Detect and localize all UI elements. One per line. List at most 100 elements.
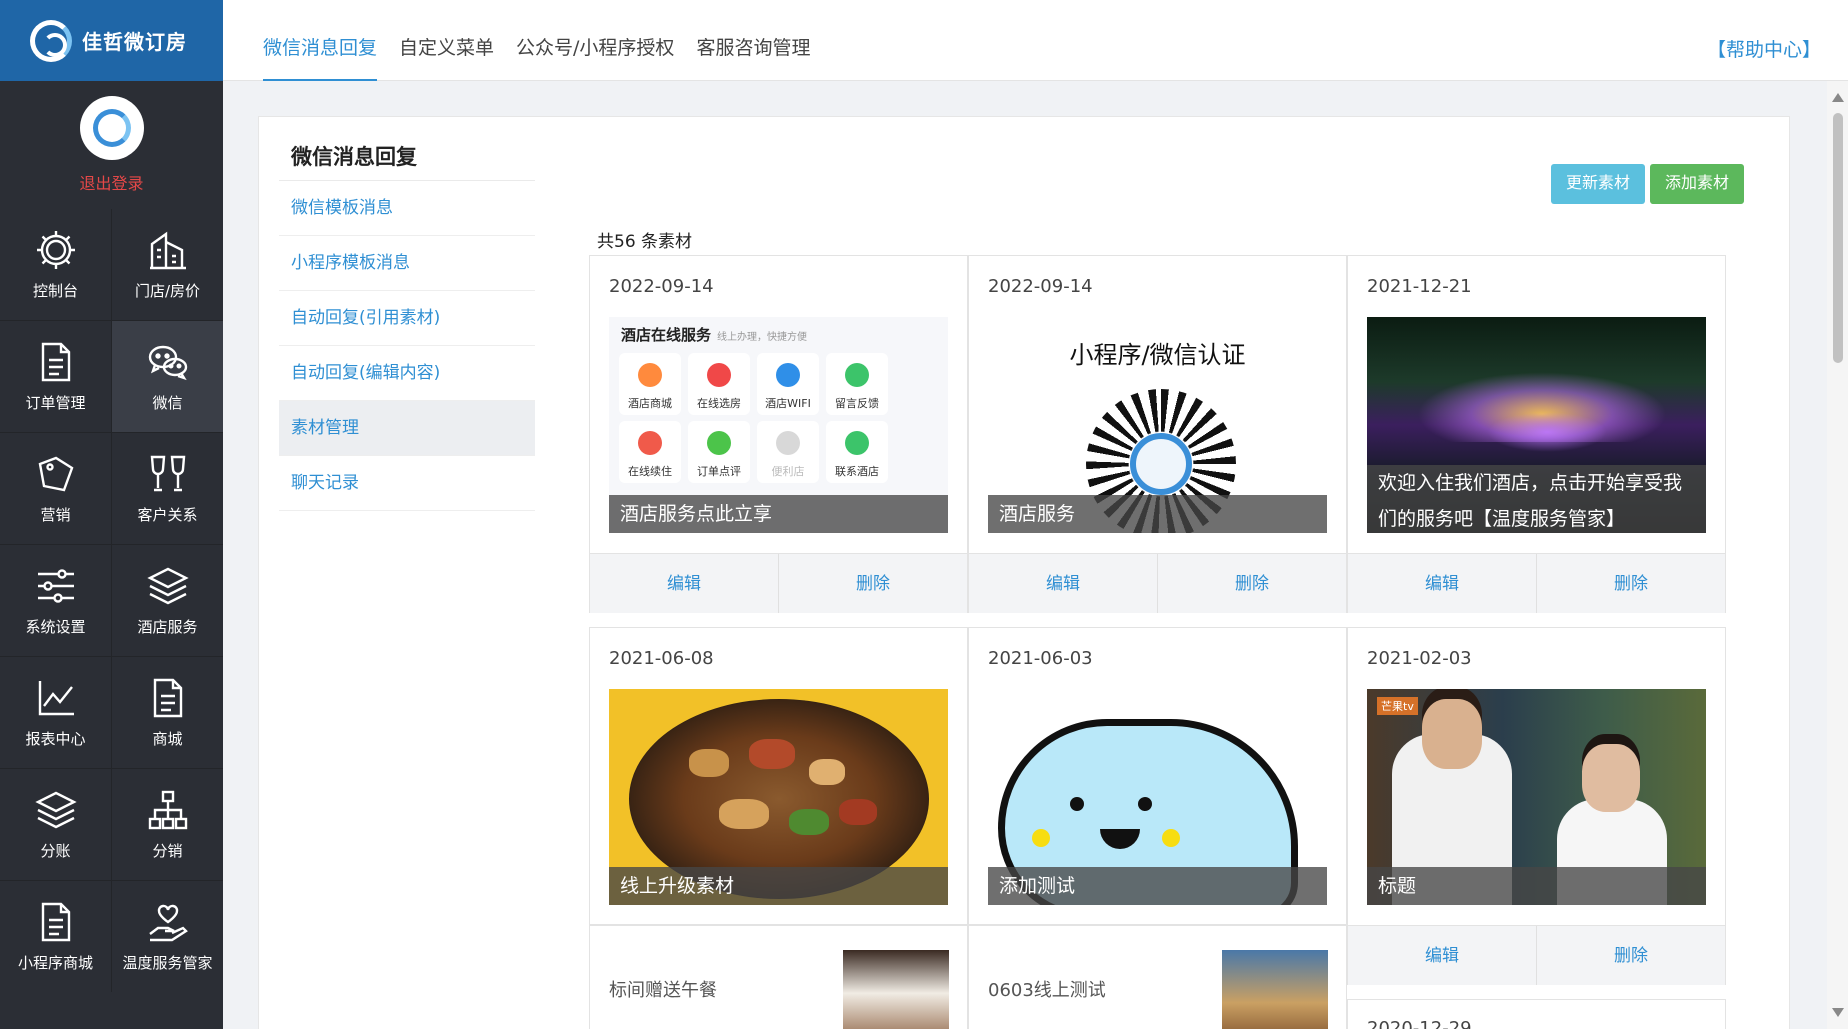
- page-scrollbar[interactable]: [1827, 81, 1848, 1029]
- submenu-item-template-msg[interactable]: 微信模板消息: [279, 181, 535, 236]
- item-thumbnail: [1222, 950, 1328, 1029]
- avatar[interactable]: [79, 96, 144, 160]
- submenu-item-material-management[interactable]: 素材管理: [279, 401, 535, 456]
- card-caption: 添加测试: [988, 867, 1327, 905]
- item-thumbnail: [843, 950, 949, 1029]
- nav-item-store[interactable]: 门店/房价: [112, 209, 223, 320]
- service-label: 联系酒店: [835, 465, 879, 478]
- card-date: 2021-06-03: [988, 648, 1093, 669]
- nav-item-marketing[interactable]: 营销: [0, 433, 111, 544]
- service-label: 在线选房: [697, 397, 741, 410]
- service-label: 在线续住: [628, 465, 672, 478]
- user-area: 退出登录: [0, 81, 223, 209]
- nav-label: 分账: [40, 842, 71, 860]
- material-card: 2022-09-14 小程序/微信认证 酒店服务 编辑 删除: [968, 255, 1347, 613]
- nav-item-settings[interactable]: 系统设置: [0, 545, 111, 656]
- service-tile: 在线选房: [688, 353, 750, 415]
- edit-button[interactable]: 编辑: [590, 554, 778, 613]
- card-date: 2021-12-21: [1367, 276, 1472, 297]
- service-tile: 留言反馈: [826, 353, 888, 415]
- card-caption: 标题: [1367, 867, 1706, 905]
- top-bar: 微信消息回复 自定义菜单 公众号/小程序授权 客服咨询管理 【帮助中心】: [223, 0, 1848, 81]
- nav-item-reports[interactable]: 报表中心: [0, 657, 111, 768]
- service-label: 酒店商城: [628, 397, 672, 410]
- scroll-thumb[interactable]: [1833, 113, 1843, 363]
- submenu-item-auto-reply-content[interactable]: 自动回复(编辑内容): [279, 346, 535, 401]
- qr-title: 小程序/微信认证: [1069, 341, 1246, 369]
- submenu: 微信消息回复 微信模板消息 小程序模板消息 自动回复(引用素材) 自动回复(编辑…: [279, 137, 535, 511]
- sidebar: 佳哲微订房 退出登录 控制台 门店/房价 订单管理 微信 营销 客户关系 系统设…: [0, 0, 223, 1029]
- scroll-down-icon[interactable]: [1832, 1008, 1844, 1017]
- qr-logo-icon: [1130, 433, 1192, 495]
- card-date: 2022-09-14: [988, 276, 1093, 297]
- nav-item-miniprogram-mall[interactable]: 小程序商城: [0, 881, 111, 992]
- logout-link[interactable]: 退出登录: [79, 170, 143, 194]
- nav-item-hotel-service[interactable]: 酒店服务: [112, 545, 223, 656]
- card-thumbnail[interactable]: 线上升级素材: [609, 689, 948, 905]
- layers-icon: [34, 791, 77, 829]
- nav-item-crm[interactable]: 客户关系: [112, 433, 223, 544]
- tab-customer-service[interactable]: 客服咨询管理: [696, 0, 810, 81]
- edit-button[interactable]: 编辑: [1348, 554, 1536, 613]
- material-card: 2021-12-21 欢迎入住我们酒店，点击开始享受我们的服务吧【温度服务管家】…: [1347, 255, 1726, 613]
- card-thumbnail[interactable]: 小程序/微信认证 酒店服务: [988, 317, 1327, 533]
- calendar-icon: [638, 431, 662, 455]
- tab-custom-menu[interactable]: 自定义菜单: [399, 0, 494, 81]
- submenu-item-chat-history[interactable]: 聊天记录: [279, 456, 535, 511]
- card-actions: 编辑 删除: [1348, 925, 1725, 985]
- nav-label: 酒店服务: [137, 618, 198, 636]
- material-card: 2020-12-29: [1347, 999, 1726, 1029]
- material-list-item[interactable]: 0603线上测试: [968, 925, 1347, 1029]
- card-thumbnail[interactable]: 添加测试: [988, 689, 1327, 905]
- service-tile: 酒店WIFI: [757, 353, 819, 415]
- nav-item-wechat[interactable]: 微信: [112, 321, 223, 432]
- material-card: 2021-02-03 芒果tv 标题 编辑 删除: [1347, 627, 1726, 985]
- delete-button[interactable]: 删除: [778, 554, 967, 613]
- home-icon: [707, 363, 731, 387]
- gear-icon: [36, 231, 75, 269]
- card-date: 2020-12-29: [1367, 1018, 1472, 1029]
- nav-item-console[interactable]: 控制台: [0, 209, 111, 320]
- services-title: 酒店在线服务 线上办理，快捷方便: [621, 324, 807, 345]
- edit-button[interactable]: 编辑: [1348, 926, 1536, 985]
- help-center-link[interactable]: 【帮助中心】: [1707, 35, 1821, 62]
- tag-icon: [38, 456, 73, 492]
- card-caption: 酒店服务点此立享: [609, 495, 948, 533]
- thumbs-up-icon: [707, 431, 731, 455]
- nav-item-split[interactable]: 分账: [0, 769, 111, 880]
- content-panel: 微信消息回复 微信模板消息 小程序模板消息 自动回复(引用素材) 自动回复(编辑…: [258, 116, 1790, 1029]
- scroll-up-icon[interactable]: [1832, 93, 1844, 102]
- logo-icon: [30, 19, 72, 62]
- card-thumbnail[interactable]: 欢迎入住我们酒店，点击开始享受我们的服务吧【温度服务管家】: [1367, 317, 1706, 533]
- submenu-item-mini-template-msg[interactable]: 小程序模板消息: [279, 236, 535, 291]
- item-title: 标间赠送午餐: [609, 980, 717, 1001]
- update-material-button[interactable]: 更新素材: [1551, 164, 1646, 204]
- tab-authorization[interactable]: 公众号/小程序授权: [516, 0, 674, 81]
- delete-button[interactable]: 删除: [1536, 926, 1725, 985]
- service-tile: 酒店商城: [619, 353, 681, 415]
- org-chart-icon: [148, 790, 187, 830]
- edit-button[interactable]: 编辑: [969, 554, 1157, 613]
- services-title-text: 酒店在线服务: [621, 326, 712, 344]
- card-thumbnail[interactable]: 芒果tv 标题: [1367, 689, 1706, 905]
- nav-item-butler[interactable]: 温度服务管家: [112, 881, 223, 992]
- card-caption: 线上升级素材: [609, 867, 948, 905]
- building-icon: [149, 231, 186, 270]
- phone-icon: [845, 431, 869, 455]
- item-title: 0603线上测试: [988, 980, 1106, 1001]
- delete-button[interactable]: 删除: [1157, 554, 1346, 613]
- brand-logo[interactable]: 佳哲微订房: [0, 0, 223, 81]
- brand-name: 佳哲微订房: [82, 30, 187, 54]
- nav-label: 温度服务管家: [122, 954, 213, 972]
- card-thumbnail[interactable]: 酒店在线服务 线上办理，快捷方便 酒店商城 在线选房 酒店WIFI 留言反馈 在线…: [609, 317, 948, 533]
- nav-item-orders[interactable]: 订单管理: [0, 321, 111, 432]
- delete-button[interactable]: 删除: [1536, 554, 1725, 613]
- nav-item-mall[interactable]: 商城: [112, 657, 223, 768]
- tab-message-reply[interactable]: 微信消息回复: [263, 0, 378, 81]
- material-list-item[interactable]: 标间赠送午餐: [589, 925, 968, 1029]
- nav-item-distribution[interactable]: 分销: [112, 769, 223, 880]
- submenu-item-auto-reply-material[interactable]: 自动回复(引用素材): [279, 291, 535, 346]
- service-tile: 在线续住: [619, 421, 681, 483]
- heart-hand-icon: [148, 904, 188, 942]
- add-material-button[interactable]: 添加素材: [1650, 164, 1745, 204]
